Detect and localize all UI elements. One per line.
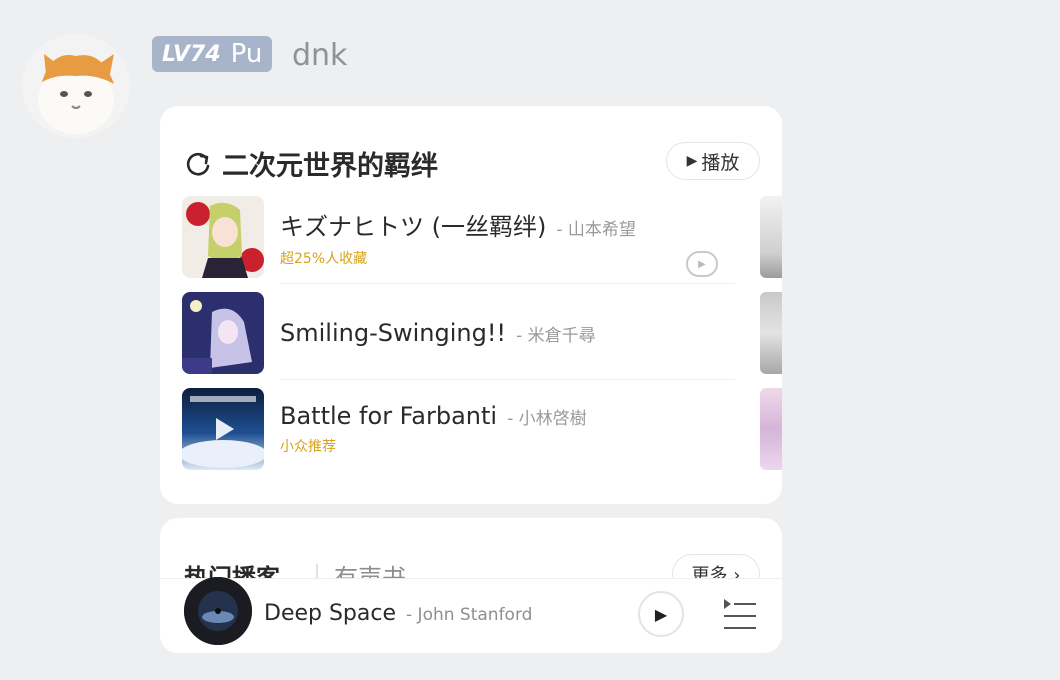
player-play-button[interactable]: ▶ (638, 591, 684, 637)
playlist-icon[interactable] (724, 597, 756, 631)
song-artist: - 小林啓樹 (507, 409, 587, 429)
song-cover (182, 292, 264, 374)
song-row[interactable]: Smiling-Swinging!! - 米倉千尋 (182, 292, 742, 374)
mini-player[interactable]: Deep Space - John Stanford ▶ (160, 577, 782, 653)
song-row[interactable]: キズナヒトツ (一丝羁绊) - 山本希望 超25%人收藏 (182, 196, 742, 278)
song-cover (182, 196, 264, 278)
song-play-button[interactable]: ▶ (686, 251, 718, 277)
play-all-label: 播放 (701, 151, 740, 174)
song-tag: 超25%人收藏 (280, 250, 368, 267)
refresh-icon (186, 152, 210, 175)
now-playing-title: Deep Space (264, 601, 397, 626)
song-cover (182, 388, 264, 470)
next-page-thumbnail[interactable] (760, 196, 782, 278)
song-artist: - 米倉千尋 (516, 326, 596, 346)
play-icon: ▶ (654, 604, 668, 624)
avatar[interactable] (22, 34, 130, 138)
next-page-thumbnail[interactable] (760, 388, 782, 470)
level-tag: Pu (230, 39, 263, 69)
username: dnk (292, 38, 348, 73)
cat-avatar-image (22, 34, 130, 138)
next-page-thumbnail[interactable] (760, 292, 782, 374)
song-row[interactable]: Battle for Farbanti - 小林啓樹 小众推荐 (182, 388, 742, 470)
level-badge: LV74 Pu (152, 36, 273, 72)
play-all-button[interactable]: ▶ 播放 (666, 142, 760, 180)
play-icon: ▶ (686, 153, 698, 169)
now-playing-artist: - John Stanford (406, 605, 533, 625)
playlist-title[interactable]: 二次元世界的羁绊 (184, 144, 438, 183)
song-title: キズナヒトツ (一丝羁绊) (280, 212, 547, 241)
playlist-card: 二次元世界的羁绊 ▶ 播放 キズナヒトツ (一丝羁绊) - 山本希望 超25%人… (160, 106, 782, 504)
playlist-title-text: 二次元世界的羁绊 (222, 151, 438, 182)
now-playing-cover[interactable] (184, 577, 252, 645)
level-text: LV74 (162, 41, 221, 67)
divider (280, 379, 735, 380)
play-icon: ▶ (698, 258, 706, 270)
song-tag: 小众推荐 (280, 439, 336, 455)
song-artist: - 山本希望 (556, 219, 636, 240)
podcast-card: 热门播客 有声书 更多 › Deep Space - John Stanford… (160, 518, 782, 653)
song-title: Battle for Farbanti (280, 402, 498, 430)
divider (280, 283, 735, 284)
song-title: Smiling-Swinging!! (280, 319, 507, 347)
